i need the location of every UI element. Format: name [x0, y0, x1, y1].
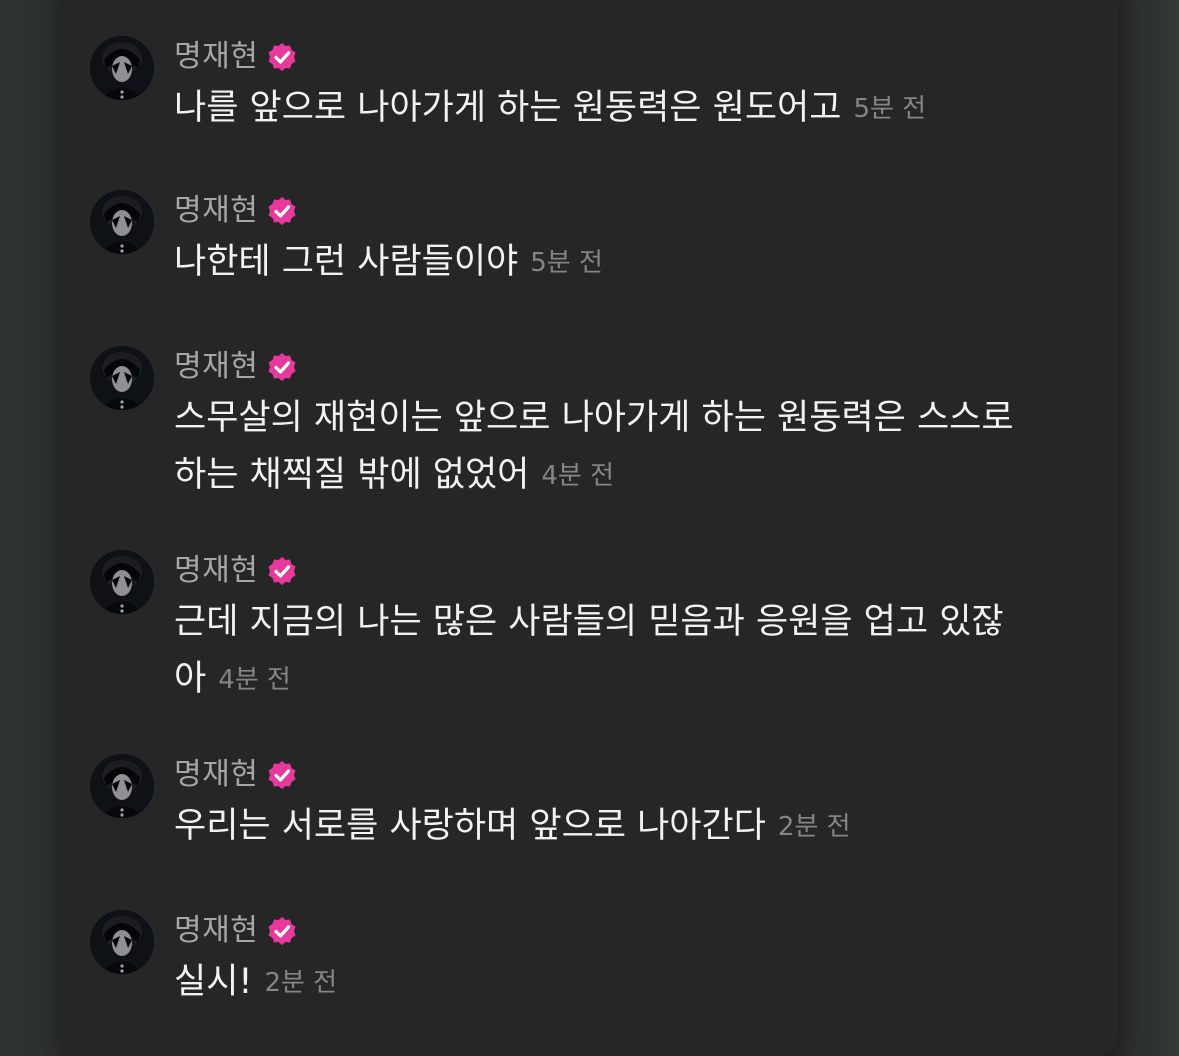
- sender-name[interactable]: 명재현: [174, 38, 258, 76]
- avatar[interactable]: [90, 550, 154, 614]
- sender-name[interactable]: 명재현: [174, 912, 258, 950]
- verified-badge-icon: [268, 917, 296, 945]
- avatar-image: [90, 754, 154, 818]
- message-time: 5분 전: [530, 248, 603, 278]
- avatar[interactable]: [90, 754, 154, 818]
- message-text: 나한테 그런 사람들이야: [174, 242, 519, 282]
- message-header: 명재현: [174, 912, 298, 950]
- message-body: 나한테 그런 사람들이야 5분 전: [174, 234, 1074, 292]
- message-body: 실시! 2분 전: [174, 954, 1074, 1012]
- sender-name[interactable]: 명재현: [174, 756, 258, 794]
- message-text: 우리는 서로를 사랑하며 앞으로 나아간다: [174, 806, 766, 846]
- message-body: 근데 지금의 나는 많은 사람들의 믿음과 응원을 업고 있잖아 4분 전: [174, 594, 1034, 709]
- avatar-image: [90, 36, 154, 100]
- verified-badge-icon: [268, 43, 296, 71]
- message-time: 4분 전: [218, 665, 291, 695]
- sender-name[interactable]: 명재현: [174, 348, 258, 386]
- avatar-image: [90, 910, 154, 974]
- avatar-image: [90, 550, 154, 614]
- verified-badge-icon: [268, 761, 296, 789]
- message-text: 근데 지금의 나는 많은 사람들의 믿음과 응원을 업고 있잖아: [174, 602, 1004, 699]
- avatar-image: [90, 190, 154, 254]
- message-header: 명재현: [174, 192, 298, 230]
- message-time: 2분 전: [264, 968, 338, 998]
- message-text: 실시!: [174, 962, 253, 1002]
- message-text: 나를 앞으로 나아가게 하는 원동력은 원도어고: [174, 88, 842, 128]
- avatar-image: [90, 346, 154, 410]
- sender-name[interactable]: 명재현: [174, 552, 258, 590]
- avatar[interactable]: [90, 190, 154, 254]
- message-body: 나를 앞으로 나아가게 하는 원동력은 원도어고 5분 전: [174, 80, 1074, 138]
- message-header: 명재현: [174, 348, 298, 386]
- message-body: 우리는 서로를 사랑하며 앞으로 나아간다 2분 전: [174, 798, 1074, 856]
- message-time: 2분 전: [777, 812, 851, 842]
- verified-badge-icon: [268, 557, 296, 585]
- message-time: 5분 전: [853, 94, 927, 124]
- message-header: 명재현: [174, 756, 298, 794]
- chat-panel: 명재현 나를 앞으로 나아가게 하는 원동력은 원도어고 5분 전 명재현 나한…: [60, 0, 1118, 1056]
- avatar[interactable]: [90, 346, 154, 410]
- verified-badge-icon: [268, 197, 296, 225]
- message-body: 스무살의 재현이는 앞으로 나아가게 하는 원동력은 스스로 하는 채찍질 밖에…: [174, 390, 1014, 505]
- verified-badge-icon: [268, 353, 296, 381]
- avatar[interactable]: [90, 36, 154, 100]
- avatar[interactable]: [90, 910, 154, 974]
- sender-name[interactable]: 명재현: [174, 192, 258, 230]
- message-header: 명재현: [174, 552, 298, 590]
- message-header: 명재현: [174, 38, 298, 76]
- message-time: 4분 전: [541, 461, 615, 491]
